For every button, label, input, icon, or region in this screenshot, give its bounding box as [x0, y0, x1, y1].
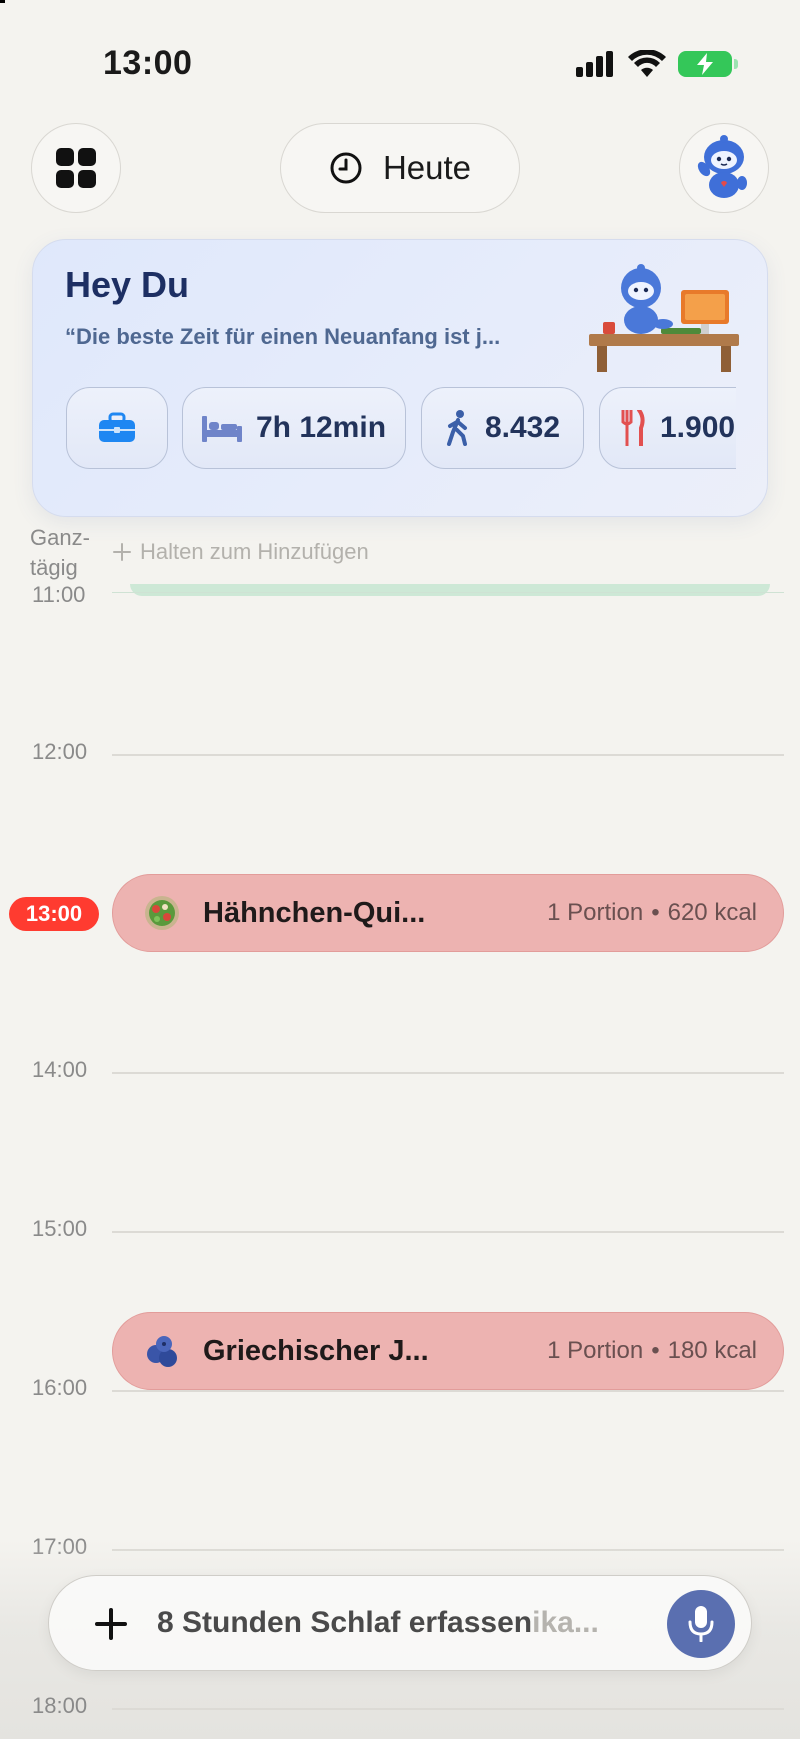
microphone-icon [688, 1606, 714, 1642]
salad-bowl-icon [145, 896, 179, 930]
daily-quote: “Die beste Zeit für einen Neuanfang ist … [65, 324, 501, 349]
charging-bolt-icon [697, 53, 713, 75]
event-title: Hähnchen-Qui... [203, 896, 426, 929]
stats-chips: 7h 12min 8.432 1.900 [66, 387, 736, 471]
sleep-value: 7h 12min [255, 411, 387, 444]
microphone-button[interactable] [667, 1590, 735, 1658]
quick-entry-bar[interactable]: 8 Stunden Schlaf erfassenika... [48, 1575, 752, 1671]
status-time: 13:00 [103, 44, 193, 82]
hour-row-18: 18:00 [0, 1693, 800, 1723]
hour-line [112, 1708, 784, 1710]
all-day-label-text: Ganz- tägig [30, 525, 90, 580]
hour-label: 14:00 [32, 1057, 88, 1082]
today-button[interactable]: Heute [280, 123, 520, 213]
event-meta: 1 Portion • 180 kcal [547, 1337, 757, 1365]
hour-label: 11:00 [32, 582, 86, 607]
calories-chip[interactable]: 1.900 [599, 387, 736, 469]
calories-value: 1.900 [660, 411, 736, 444]
profile-avatar-button[interactable] [679, 123, 769, 213]
battery-icon [678, 51, 738, 77]
hour-label: 18:00 [32, 1693, 88, 1718]
quick-entry-placeholder: 8 Stunden Schlaf erfassen [157, 1606, 533, 1639]
hour-row-15: 15:00 [0, 1216, 800, 1246]
hour-row-14: 14:00 [0, 1057, 800, 1087]
hour-row-12: 12:00 [0, 739, 800, 769]
hour-line [112, 1231, 784, 1233]
hour-line [112, 754, 784, 756]
event-portion: 1 Portion [547, 899, 644, 926]
hour-label: 12:00 [32, 739, 88, 764]
hour-line [112, 1072, 784, 1074]
greeting-title: Hey Du [65, 264, 190, 305]
event-meta: 1 Portion • 620 kcal [547, 899, 757, 927]
add-icon[interactable] [91, 1604, 131, 1644]
all-day-label: Ganz- tägig [30, 523, 90, 583]
event-kcal: 620 kcal [667, 899, 757, 926]
separator-dot: • [651, 1337, 660, 1364]
fork-knife-icon [621, 410, 645, 446]
clock-icon [330, 152, 362, 184]
bed-icon [201, 416, 242, 442]
walking-icon [446, 410, 467, 446]
sleep-chip[interactable]: 7h 12min [182, 387, 406, 469]
event-title: Griechischer J... [203, 1334, 429, 1367]
hour-label: 16:00 [32, 1375, 88, 1400]
work-chip[interactable] [66, 387, 168, 469]
status-icons [576, 50, 738, 78]
hour-line [112, 1390, 784, 1392]
all-day-add-hint[interactable]: Halten zum Hinzufügen [112, 539, 369, 565]
briefcase-icon [99, 412, 135, 442]
meal-event[interactable]: Griechischer J... 1 Portion • 180 kcal [112, 1312, 784, 1390]
steps-chip[interactable]: 8.432 [421, 387, 584, 469]
status-bar: 13:00 [0, 0, 800, 120]
hour-label: 15:00 [32, 1216, 88, 1241]
grid-icon [56, 148, 96, 188]
apps-grid-button[interactable] [31, 123, 121, 213]
robot-mascot-icon [697, 135, 747, 198]
wifi-icon [628, 50, 666, 77]
meal-event[interactable]: Hähnchen-Qui... 1 Portion • 620 kcal [112, 874, 784, 952]
all-day-add-text: Halten zum Hinzufügen [140, 539, 369, 564]
hour-row-11: 11:00 [0, 582, 800, 612]
cellular-signal-icon [576, 51, 613, 77]
greeting-card[interactable]: Hey Du “Die beste Zeit für einen Neuanfa… [32, 239, 768, 517]
separator-dot: • [651, 899, 660, 926]
quick-entry-ghost-text: ika... [532, 1606, 599, 1639]
blueberries-icon [147, 1336, 177, 1367]
robot-at-desk-illustration [589, 264, 739, 372]
current-time-badge: 13:00 [9, 897, 99, 931]
event-kcal: 180 kcal [667, 1337, 757, 1364]
event-portion: 1 Portion [547, 1337, 644, 1364]
plus-icon [113, 543, 131, 561]
quick-entry-input[interactable]: 8 Stunden Schlaf erfassenika... [157, 1606, 645, 1640]
today-label: Heute [382, 149, 472, 186]
steps-value: 8.432 [484, 411, 561, 444]
